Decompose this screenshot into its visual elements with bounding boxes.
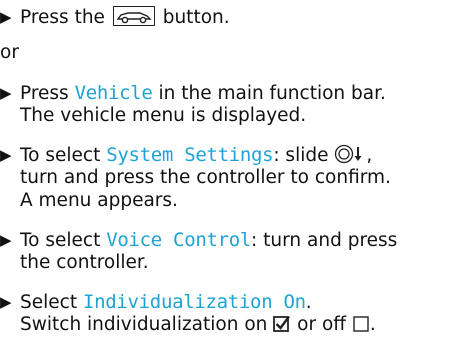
step-5-pre: Select (20, 292, 78, 313)
step-3-line-2: turn and press the controller to confirm… (20, 167, 391, 188)
keyword-individualization-on: Individualization On (82, 291, 306, 313)
step-2-post: in the main function bar. (158, 83, 386, 104)
bullet-arrow: ▶ (0, 84, 12, 102)
step-4: ▶ To select Voice Control: turn and press (0, 229, 397, 252)
comma: , (366, 145, 373, 166)
step-2-pre: Press (20, 83, 69, 104)
step-2-line-2: The vehicle menu is displayed. (20, 105, 307, 126)
step-5: ▶ Select Individualization On. (0, 291, 312, 314)
checkbox-unchecked-icon (352, 315, 370, 339)
step-5-post: . (305, 292, 312, 313)
instruction-page: ▶ Press the button. or ▶ Press Vehicle in … (0, 0, 462, 362)
vehicle-button-icon (112, 6, 155, 26)
bullet-arrow: ▶ (0, 146, 12, 164)
bullet-arrow: ▶ (0, 8, 12, 26)
step-5-line-2: Switch individualization on or off . (20, 314, 376, 339)
bullet-arrow: ▶ (0, 293, 12, 311)
step-3-post: : slide (273, 145, 329, 166)
step-4-line-2: the controller. (20, 252, 149, 273)
step-1: ▶ Press the button. (0, 6, 230, 29)
bullet-arrow: ▶ (0, 231, 12, 249)
checkbox-checked-icon (273, 315, 291, 339)
step-2: ▶ Press Vehicle in the main function bar. (0, 82, 386, 105)
or-separator: or (0, 42, 19, 63)
step-3-line-3: A menu appears. (20, 190, 178, 211)
step-5-line-2-mid: or off (297, 314, 347, 335)
step-1-text-end: button. (162, 7, 230, 28)
step-3-pre: To select (20, 145, 101, 166)
step-4-post: : turn and press (251, 230, 398, 251)
keyword-voice-control: Voice Control (106, 229, 252, 251)
step-5-line-2-post: . (369, 314, 376, 335)
step-4-pre: To select (20, 230, 101, 251)
step-5-line-2-pre: Switch individualization on (20, 314, 268, 335)
keyword-system-settings: System Settings (106, 144, 274, 166)
keyword-vehicle: Vehicle (74, 82, 153, 104)
step-1-text: Press the (20, 7, 105, 28)
